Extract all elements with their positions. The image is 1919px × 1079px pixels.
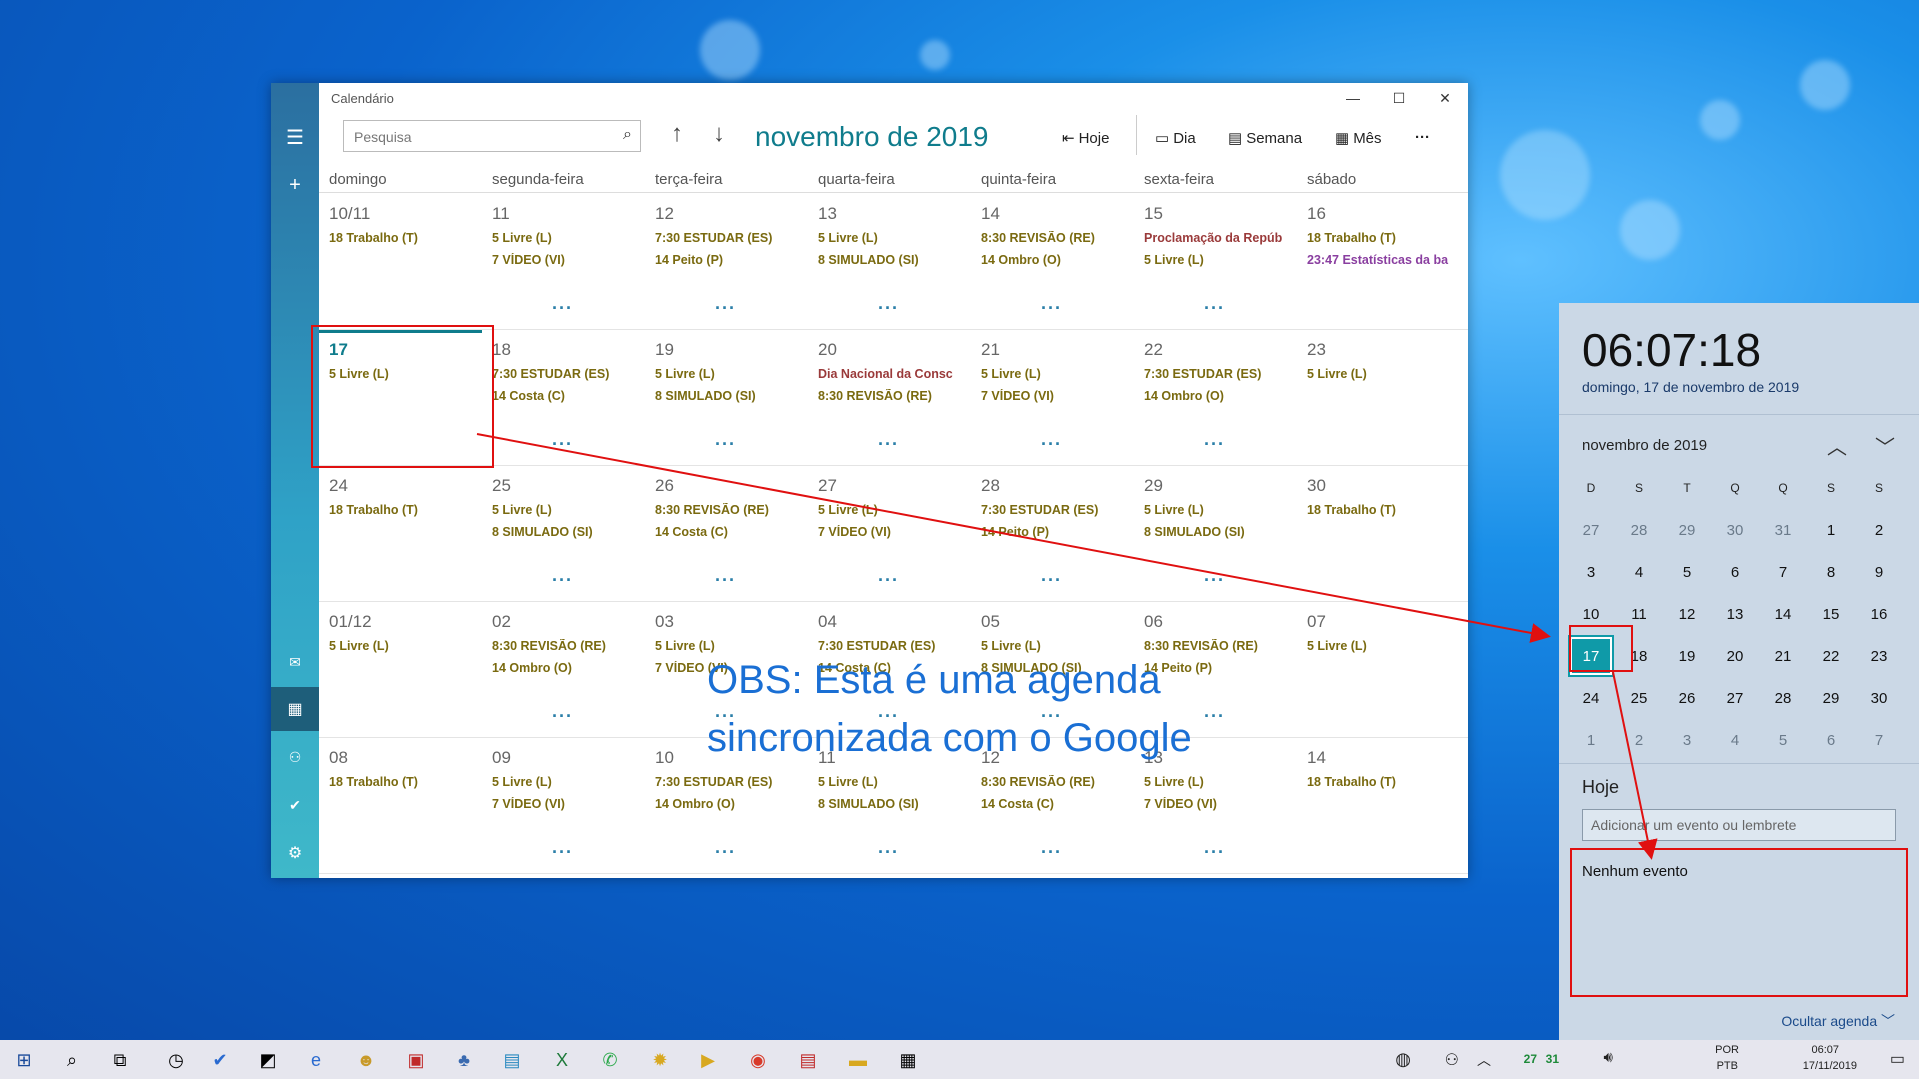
arrow-line [1612,671,1658,860]
annotation-arrows [476,433,1658,860]
arrow-line [476,433,1551,643]
